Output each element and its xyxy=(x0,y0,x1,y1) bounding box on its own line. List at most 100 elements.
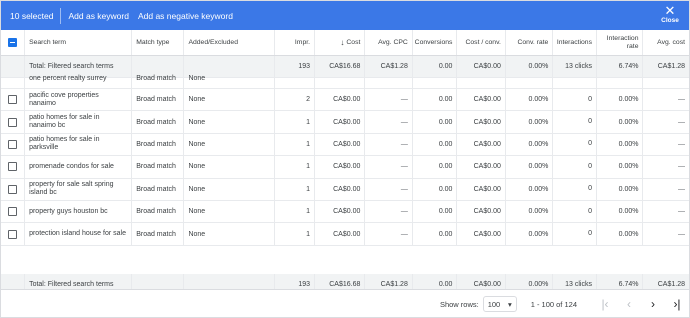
rows-per-page-select[interactable]: 100 ▾ xyxy=(482,296,517,312)
cell-value: 0.00% xyxy=(618,230,639,238)
cell-value: Total: Filtered search terms xyxy=(29,62,114,70)
cell-avg-cost: — xyxy=(643,179,689,200)
pagination-bar: Show rows: 100 ▾ 1 - 100 of 124 |‹ ‹ › ›… xyxy=(1,289,689,317)
cell-value: CA$0.00 xyxy=(473,281,501,288)
cell-avg-cost: — xyxy=(643,201,689,222)
cell-value: None xyxy=(188,163,206,171)
rows-per-page-value: 100 xyxy=(487,299,501,309)
cell-impr xyxy=(275,78,316,88)
cell-value: 0.00 xyxy=(438,118,453,126)
select-all-checkbox[interactable] xyxy=(8,38,18,47)
cell-value: CA$0.00 xyxy=(473,230,501,238)
table-row[interactable]: property guys houston bc Broad match None 1… xyxy=(1,201,689,224)
cell-impr: 1 xyxy=(275,201,316,223)
cell-value: 0.00 xyxy=(438,230,453,238)
column-header-avg-cpc[interactable]: Avg. CPC xyxy=(365,30,413,55)
close-button[interactable]: ✕ Close xyxy=(659,4,681,24)
cell-value: None xyxy=(188,208,206,216)
cell-avg-cpc: — xyxy=(365,111,413,133)
cell-value: Broad match xyxy=(136,185,176,193)
first-page-icon[interactable]: |‹ xyxy=(593,297,617,311)
cell-value: CA$1.28 xyxy=(380,63,408,70)
table-row[interactable]: promenade condos for sale Broad match None… xyxy=(1,156,689,179)
cell-cost: CA$0.00 xyxy=(315,89,366,111)
cell-value: — xyxy=(678,185,685,193)
cell-avg-cost: CA$1.28 xyxy=(643,56,689,77)
add-as-keyword-button[interactable]: Add as keyword xyxy=(68,11,128,21)
cell-value: — xyxy=(678,163,685,171)
cell-value: — xyxy=(400,140,408,148)
cell-value: None xyxy=(188,230,206,238)
column-header-label: Conv. rate xyxy=(517,38,549,46)
cell-value: 0 xyxy=(588,207,592,215)
table-header: Search term Match type Added/Excluded Impr.… xyxy=(1,30,689,56)
cell-avg-cost: — xyxy=(643,89,689,110)
cell-conversions: 0.00 xyxy=(413,156,458,178)
cell-value: Total: Filtered search terms xyxy=(29,280,114,288)
column-header-added-excluded[interactable]: Added/Excluded xyxy=(184,30,276,55)
column-header-interaction-rate[interactable]: Interaction rate xyxy=(597,30,644,55)
column-header-label: Match type xyxy=(136,38,170,46)
table-row[interactable]: protection island house for sale Broad ma… xyxy=(1,223,689,246)
cell-interaction-rate: 0.00% xyxy=(597,223,644,245)
cell-search-term: one percent realty surrey xyxy=(25,75,133,88)
cell-value: CA$0.00 xyxy=(333,208,361,216)
cell-interaction-rate xyxy=(597,78,644,88)
cell-value: 0 xyxy=(588,95,592,103)
row-checkbox[interactable] xyxy=(8,207,18,217)
cell-avg-cpc: — xyxy=(365,156,413,178)
last-page-icon[interactable]: ›| xyxy=(665,297,689,311)
cell-avg-cpc: CA$1.28 xyxy=(365,56,413,77)
cell-avg-cpc xyxy=(365,78,413,88)
cell-conv-rate: 0.00% xyxy=(506,89,554,111)
row-checkbox[interactable] xyxy=(8,184,18,194)
close-label: Close xyxy=(661,17,679,24)
cell-conv-rate: 0.00% xyxy=(506,178,554,200)
row-select-cell xyxy=(1,111,26,133)
cell-value: 0 xyxy=(588,230,592,238)
row-checkbox[interactable] xyxy=(8,162,18,172)
cell-cost: CA$0.00 xyxy=(315,223,366,245)
table-row[interactable]: property for sale salt spring island bc B… xyxy=(1,178,689,201)
cell-conv-rate xyxy=(506,78,554,88)
cell-interaction-rate: 0.00% xyxy=(597,201,644,223)
column-header-search-term[interactable]: Search term xyxy=(25,30,133,55)
cell-value: CA$1.28 xyxy=(380,281,408,288)
row-checkbox[interactable] xyxy=(8,229,18,239)
cell-value: CA$0.00 xyxy=(333,185,361,193)
cell-interactions: 0 xyxy=(553,111,597,133)
column-header-label: Added/Excluded xyxy=(188,38,238,46)
cell-impr: 1 xyxy=(275,178,316,200)
cell-search-term: property for sale salt spring island bc xyxy=(25,178,133,200)
cell-cost-per-conv: CA$0.00 xyxy=(457,111,506,133)
table-row-partial[interactable]: one percent realty surrey Broad match None xyxy=(1,75,689,89)
cell-value: Broad match xyxy=(136,163,176,171)
column-header-impr[interactable]: Impr. xyxy=(275,30,316,55)
column-header-cost-per-conv[interactable]: Cost / conv. xyxy=(457,30,506,55)
cell-match-type: Broad match xyxy=(132,223,185,245)
column-header-conversions[interactable]: Conversions xyxy=(413,30,458,55)
cell-match-type: Broad match xyxy=(132,111,185,133)
column-header-interactions[interactable]: Interactions xyxy=(553,30,597,55)
table-row[interactable]: patio homes for sale in parksville Broad … xyxy=(1,133,689,157)
cell-value: 6.74% xyxy=(618,281,639,288)
row-checkbox[interactable] xyxy=(8,95,18,105)
table-row[interactable]: pacific cove properties nanaimo Broad mat… xyxy=(1,89,689,112)
column-header-match-type[interactable]: Match type xyxy=(132,30,185,55)
row-checkbox[interactable] xyxy=(8,117,18,127)
next-page-icon[interactable]: › xyxy=(641,297,665,311)
row-checkbox[interactable] xyxy=(8,139,18,149)
column-header-conv-rate[interactable]: Conv. rate xyxy=(506,30,554,55)
add-as-negative-keyword-button[interactable]: Add as negative keyword xyxy=(138,11,233,21)
table-row[interactable]: patio homes for sale in nanaimo bc Broad … xyxy=(1,111,689,134)
cell-search-term: patio homes for sale in parksville xyxy=(25,133,133,156)
column-header-avg-cost[interactable]: Avg. cost xyxy=(643,30,689,55)
cell-value: 0.00 xyxy=(438,208,453,216)
previous-page-icon[interactable]: ‹ xyxy=(617,297,641,311)
cell-avg-cpc: — xyxy=(365,201,413,223)
cell-value: 1 xyxy=(306,208,311,216)
cell-value: 1 xyxy=(306,163,311,171)
column-header-cost[interactable]: ↓ Cost xyxy=(315,30,366,55)
row-select-cell xyxy=(1,178,26,200)
cell-value: 0.00% xyxy=(528,118,549,126)
